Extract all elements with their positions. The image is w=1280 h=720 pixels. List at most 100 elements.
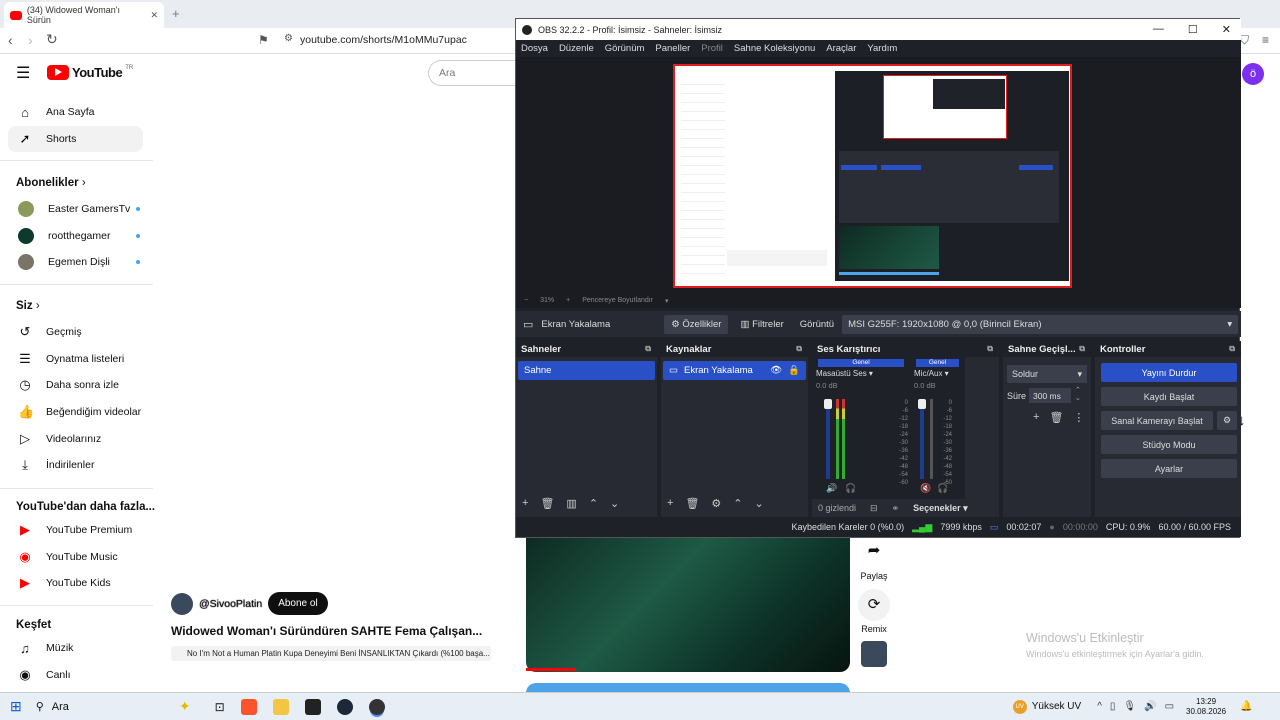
weather-widget[interactable]: UV Yüksek UV [1012,699,1081,714]
properties-button[interactable]: ⚙ Özellikler [664,314,729,334]
obs-titlebar[interactable]: OBS 32.2.2 - Profil: İsimsiz - Sahneler:… [516,19,1241,40]
sidebar-item-playlists[interactable]: ☰ Oynatma listeleri [8,346,143,372]
sidebar-sub-item[interactable]: Egemen Dişli [8,249,143,275]
duration-input[interactable]: 300 ms [1029,388,1071,403]
remix-icon[interactable]: ⟳ [858,589,890,621]
undock-icon[interactable]: ⧉ [1079,344,1085,354]
video-progress-bar[interactable] [526,668,576,671]
youtube-logo[interactable]: YouTube TR [47,65,133,80]
taskbar-search[interactable]: Ara [52,701,69,713]
video-title[interactable]: Widowed Woman'ı Süründüren SAHTE Fema Ça… [171,624,482,638]
add-icon[interactable]: + [667,497,673,510]
transition-select[interactable]: Soldur ▾ [1007,365,1087,383]
copilot-sparkle-icon[interactable]: ✦ [179,698,191,715]
new-tab-icon[interactable]: + [172,6,180,21]
volume-slider[interactable] [918,399,926,479]
duration-stepper[interactable]: ⌃ ⌄ [1075,387,1081,403]
menu-profile[interactable]: Profil [701,43,723,54]
menu-tools[interactable]: Araçlar [826,43,856,54]
channel-desktop-audio[interactable]: Masaüstü Ses ▾ [812,369,910,378]
clock[interactable]: 13:29 30.08.2026 [1186,697,1226,717]
obs-taskbar-icon[interactable] [368,698,385,715]
source-item[interactable]: ▭ Ekran Yakalama 👁 🔒 [663,361,806,380]
search-icon[interactable]: ⚲ [36,700,44,713]
headphones-icon[interactable]: 🎧 [845,483,856,494]
zoom-in-icon[interactable]: + [566,297,570,304]
menu-file[interactable]: Dosya [521,43,548,54]
start-virtual-camera-button[interactable]: Sanal Kamerayı Başlat [1101,411,1213,430]
eye-icon[interactable]: 👁 [770,365,782,376]
menu-help[interactable]: Yardım [867,43,897,54]
task-view-icon[interactable]: ⊡ [215,700,225,714]
bookmark-icon[interactable]: ⚑ [258,33,269,47]
undock-icon[interactable]: ⧉ [796,344,802,354]
sidebar-item-history[interactable]: ↺ Geçmiş [8,319,143,345]
notification-icon[interactable]: 🔔 [1240,701,1252,712]
options-button[interactable]: Seçenekler ▾ [913,503,968,514]
file-explorer-icon[interactable] [272,698,289,715]
microphone-icon[interactable]: 🎙 [1123,701,1136,712]
settings-button[interactable]: Ayarlar [1101,459,1237,478]
sidebar-item-watch-later[interactable]: ◷ Daha sonra izle [8,372,143,398]
down-arrow-icon[interactable]: ⌄ [610,497,619,510]
epic-games-icon[interactable] [304,698,321,715]
sidebar-item-kids[interactable]: ▶ YouTube Kids [8,570,143,596]
sound-thumbnail[interactable] [861,641,887,667]
short-video-player[interactable] [526,538,850,672]
add-icon[interactable]: + [1033,411,1039,424]
maximize-icon[interactable]: ☐ [1188,23,1198,36]
fit-to-window[interactable]: Pencereye Boyutlandır [582,297,653,304]
channel-mic[interactable]: Mic/Aux ▾ [910,369,965,378]
preview-capture[interactable] [673,64,1072,288]
display-select[interactable]: MSI G255F: 1920x1080 @ 0,0 (Birincil Ekr… [842,314,1239,334]
site-info-icon[interactable]: ⚙ [284,33,293,44]
link-icon[interactable]: ⚭ [892,503,900,514]
forward-icon[interactable]: › [28,32,33,48]
battery-icon[interactable]: ▯ [1110,701,1116,712]
obs-preview[interactable] [516,57,1241,293]
trash-icon[interactable]: 🗑 [685,497,699,510]
chevron-up-icon[interactable]: ^ [1097,701,1102,712]
sidebar-item-your-videos[interactable]: ▷ Videolarınız [8,426,143,452]
brave-icon[interactable] [240,698,257,715]
lock-icon[interactable]: 🔒 [788,365,800,376]
menu-docks[interactable]: Paneller [655,43,690,54]
up-arrow-icon[interactable]: ⌃ [589,497,598,510]
menu-edit[interactable]: Düzenle [559,43,594,54]
network-icon[interactable]: ▭ [1165,701,1174,712]
sidebar-item-live[interactable]: ◉ Canlı [8,662,143,688]
sidebar-item-music[interactable]: ◉ YouTube Music [8,544,143,570]
up-arrow-icon[interactable]: ⌃ [733,497,742,510]
sidebar-sub-item[interactable]: Easter GamersTv [8,196,143,222]
filters-button[interactable]: ▥ Filtreler [736,315,787,334]
you-heading[interactable]: Siz › [16,300,40,312]
channel-avatar[interactable] [171,592,193,615]
search-input[interactable]: Ara [428,60,518,86]
subscribe-button[interactable]: Abone ol [268,592,328,615]
close-icon[interactable]: ✕ [1222,23,1231,36]
sidebar-item-liked[interactable]: 👍 Beğendiğim videolar [8,399,143,425]
sidebar-item-home[interactable]: ⌂ Ana Sayfa [8,99,143,125]
sidebar-item-shorts[interactable]: ➚ Shorts [8,126,143,152]
scene-item[interactable]: Sahne [518,361,655,380]
share-icon[interactable]: ➦ [861,541,887,559]
speaker-icon[interactable]: 🔊 [826,483,837,494]
account-avatar[interactable]: ö [1242,63,1264,85]
zoom-out-icon[interactable]: − [524,297,528,304]
undock-icon[interactable]: ⧉ [645,344,651,354]
chevron-down-icon[interactable]: ▾ [665,297,669,305]
back-icon[interactable]: ‹ [8,32,13,48]
sidebar-item-premium[interactable]: ▶ YouTube Premium [8,517,143,543]
gear-icon[interactable]: ⚙ [1217,411,1237,430]
filter-icon[interactable]: ▥ [566,497,576,510]
minimize-icon[interactable]: — [1153,23,1164,36]
sidebar-item-downloads[interactable]: ⤓ İndirilenler [8,452,143,478]
hamburger-icon[interactable]: ☰ [16,63,30,83]
volume-icon[interactable]: 🔊 [1144,701,1156,712]
shield-icon[interactable]: ⛉ [1240,33,1249,48]
volume-slider[interactable] [824,399,832,479]
menu-icon[interactable]: ≡ [1262,33,1269,47]
browser-tab[interactable]: (34) Widowed Woman'ı Sürün ✕ [4,2,164,28]
add-icon[interactable]: + [522,497,528,510]
menu-scene-collection[interactable]: Sahne Koleksiyonu [734,43,815,54]
